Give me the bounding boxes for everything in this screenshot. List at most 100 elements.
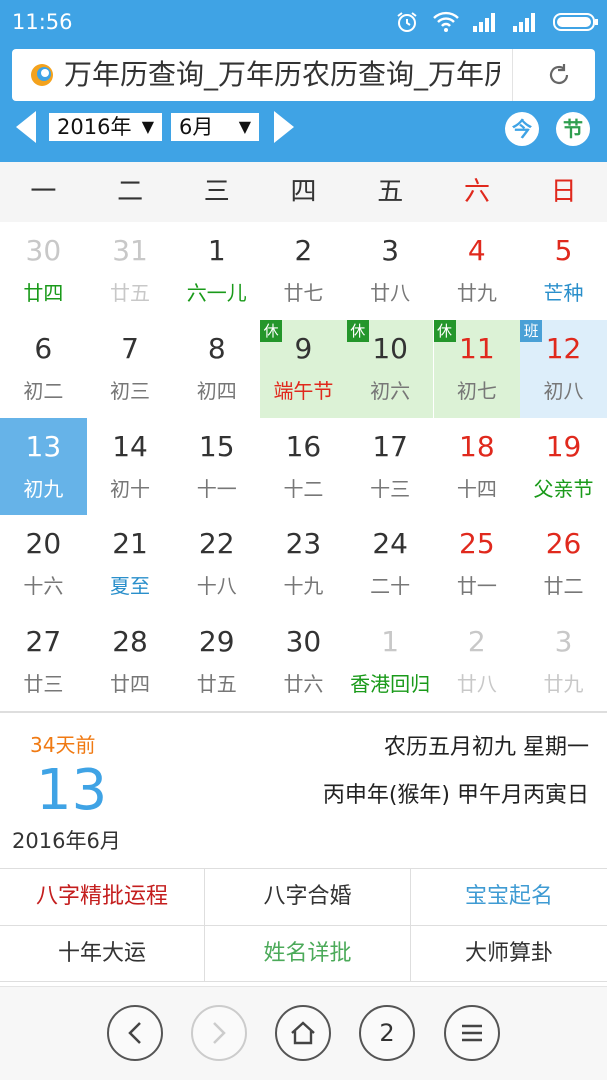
day-number: 19 xyxy=(545,429,582,463)
day-cell[interactable]: 30 廿四 xyxy=(0,222,87,320)
year-select-value: 2016年 xyxy=(57,115,132,139)
forward-button[interactable] xyxy=(191,1005,247,1061)
day-cell[interactable]: 6 初二 xyxy=(0,320,87,418)
day-cell[interactable]: 8 初四 xyxy=(173,320,260,418)
day-cell[interactable]: 休 11 初七 xyxy=(433,319,521,418)
day-cell[interactable]: 19 父亲节 xyxy=(520,418,607,516)
month-select[interactable]: 6月 ▼ xyxy=(171,113,259,141)
day-number: 24 xyxy=(372,527,408,561)
day-cell[interactable]: 16 十二 xyxy=(260,418,347,516)
baby-name-link[interactable]: 宝宝起名 xyxy=(411,869,607,925)
day-cell[interactable]: 2 廿八 xyxy=(434,613,521,711)
lunar-label: 廿九 xyxy=(456,281,497,305)
day-number: 25 xyxy=(459,527,495,561)
weekday-sat: 六 xyxy=(463,177,490,207)
chevron-left-icon xyxy=(128,1022,141,1044)
lunar-label: 廿五 xyxy=(196,672,237,697)
day-cell[interactable]: 3 廿八 xyxy=(347,222,434,320)
tabs-button[interactable]: 2 xyxy=(359,1005,415,1061)
lunar-label: 廿六 xyxy=(283,672,324,697)
day-cell[interactable]: 班 12 初八 xyxy=(520,319,607,418)
lunar-label: 初四 xyxy=(196,378,237,403)
day-number: 26 xyxy=(545,527,582,561)
lunar-label: 二十 xyxy=(370,574,411,599)
lunar-label: 十九 xyxy=(283,574,324,599)
reload-icon[interactable] xyxy=(546,62,572,88)
lunar-date-label: 农历五月初九 星期一 xyxy=(384,735,589,760)
day-number: 29 xyxy=(198,625,235,659)
day-number: 21 xyxy=(112,527,148,561)
hehun-link[interactable]: 八字合婚 xyxy=(205,869,411,925)
lunar-label: 廿三 xyxy=(23,672,64,697)
day-cell[interactable]: 7 初三 xyxy=(87,320,174,418)
festival-button[interactable]: 节 xyxy=(556,112,590,146)
lunar-label: 十四 xyxy=(456,476,497,501)
day-cell[interactable]: 24 二十 xyxy=(347,515,434,613)
day-cell[interactable]: 休 9 端午节 xyxy=(260,319,347,418)
day-cell[interactable]: 28 廿四 xyxy=(87,613,174,711)
day-cell[interactable]: 休 10 初六 xyxy=(346,319,434,418)
weekday-sun: 日 xyxy=(550,177,577,207)
day-number: 2 xyxy=(467,625,486,659)
weekday-tue: 二 xyxy=(117,177,144,207)
back-button[interactable] xyxy=(107,1005,163,1061)
day-cell[interactable]: 30 廿六 xyxy=(260,613,347,711)
day-cell[interactable]: 27 廿三 xyxy=(0,613,87,711)
bottom-nav: 2 xyxy=(0,986,607,1080)
day-cell[interactable]: 22 十八 xyxy=(173,515,260,613)
day-cell[interactable]: 18 十四 xyxy=(434,418,521,516)
prev-month-arrow-icon[interactable] xyxy=(14,110,38,144)
today-button[interactable]: 今 xyxy=(505,112,539,146)
day-cell-selected[interactable]: 13 初九 xyxy=(0,417,87,516)
day-number: 16 xyxy=(285,429,322,463)
day-number: 5 xyxy=(554,234,573,267)
menu-button[interactable] xyxy=(444,1005,500,1061)
bazi-link[interactable]: 八字精批运程 xyxy=(0,869,205,925)
page-title-url[interactable]: 万年历查询_万年历农历查询_万年历 xyxy=(64,57,500,93)
dayun-link[interactable]: 十年大运 xyxy=(0,925,205,981)
signal-icon xyxy=(473,13,495,32)
day-cell[interactable]: 31 廿五 xyxy=(87,222,174,320)
day-cell[interactable]: 29 廿五 xyxy=(173,613,260,711)
day-cell[interactable]: 4 廿九 xyxy=(434,222,521,320)
day-number: 13 xyxy=(25,429,62,463)
lunar-label: 初八 xyxy=(543,378,584,403)
day-cell[interactable]: 3 廿九 xyxy=(520,613,607,711)
home-button[interactable] xyxy=(275,1005,331,1061)
year-select[interactable]: 2016年 ▼ xyxy=(49,113,162,141)
master-link[interactable]: 大师算卦 xyxy=(411,925,607,981)
days-ago-label: 34天前 xyxy=(30,733,96,757)
day-cell[interactable]: 25 廿一 xyxy=(434,515,521,613)
day-cell[interactable]: 17 十三 xyxy=(347,418,434,516)
lunar-label: 十八 xyxy=(196,574,237,599)
day-cell[interactable]: 15 十一 xyxy=(173,418,260,516)
top-bar: 11:56 万年历查询_万年历农历查询_万年历 2016年 ▼ 6月 ▼ 今 节 xyxy=(0,0,607,162)
day-cell[interactable]: 14 初十 xyxy=(87,418,174,516)
next-month-arrow-icon[interactable] xyxy=(272,110,296,144)
day-number: 23 xyxy=(285,527,322,561)
lunar-label: 父亲节 xyxy=(533,476,594,501)
day-number: 17 xyxy=(372,429,408,463)
year-month-label: 2016年6月 xyxy=(12,829,121,853)
lunar-label: 廿八 xyxy=(370,281,411,305)
day-cell[interactable]: 23 十九 xyxy=(260,515,347,613)
lunar-label: 芒种 xyxy=(543,281,584,305)
day-cell[interactable]: 2 廿七 xyxy=(260,222,347,320)
day-cell[interactable]: 1 六一儿 xyxy=(173,222,260,320)
day-number: 11 xyxy=(459,331,495,365)
day-number: 27 xyxy=(25,625,62,659)
day-cell[interactable]: 21 夏至 xyxy=(87,515,174,613)
status-time: 11:56 xyxy=(12,10,73,34)
day-cell[interactable]: 5 芒种 xyxy=(520,222,607,320)
weekday-header: 一 二 三 四 五 六 日 xyxy=(0,162,607,222)
service-links: 八字精批运程 八字合婚 宝宝起名 十年大运 姓名详批 大师算卦 xyxy=(0,868,607,982)
day-number: 12 xyxy=(545,331,582,365)
day-cell[interactable]: 20 十六 xyxy=(0,515,87,613)
name-detail-link[interactable]: 姓名详批 xyxy=(205,925,411,981)
day-cell[interactable]: 1 香港回归 xyxy=(347,613,434,711)
signal-icon-2 xyxy=(513,13,535,32)
address-bar[interactable]: 万年历查询_万年历农历查询_万年历 xyxy=(12,49,595,101)
day-cell[interactable]: 26 廿二 xyxy=(520,515,607,613)
day-number: 1 xyxy=(207,234,226,267)
day-number: 6 xyxy=(34,331,53,365)
